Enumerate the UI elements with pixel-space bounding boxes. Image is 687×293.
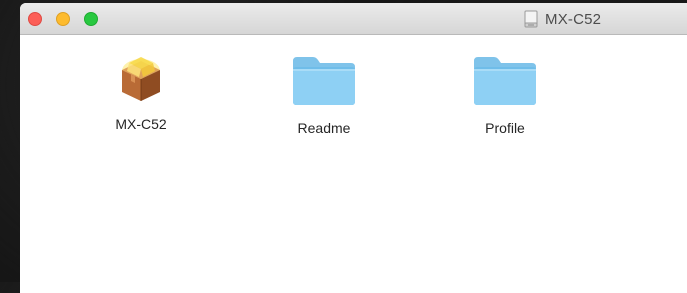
readme-folder-label: Readme — [297, 120, 351, 136]
title-bar[interactable]: MX-C52 — [20, 3, 687, 35]
zoom-button[interactable] — [84, 12, 98, 26]
disk-image-icon — [524, 10, 538, 28]
readme-folder-item[interactable]: Readme — [269, 55, 379, 136]
package-item-label: MX-C52 — [115, 116, 167, 132]
close-button[interactable] — [28, 12, 42, 26]
profile-folder-label: Profile — [485, 120, 525, 136]
folder-icon — [293, 57, 355, 105]
folder-icon — [474, 57, 536, 105]
package-installer-icon — [122, 57, 160, 101]
window-title-group: MX-C52 — [523, 8, 601, 30]
window-title: MX-C52 — [545, 10, 602, 28]
minimize-button[interactable] — [56, 12, 70, 26]
package-item[interactable]: MX-C52 — [86, 55, 196, 132]
finder-window: MX-C52 MX-C52 Readme Profile — [20, 3, 687, 293]
profile-folder-item[interactable]: Profile — [450, 55, 560, 136]
